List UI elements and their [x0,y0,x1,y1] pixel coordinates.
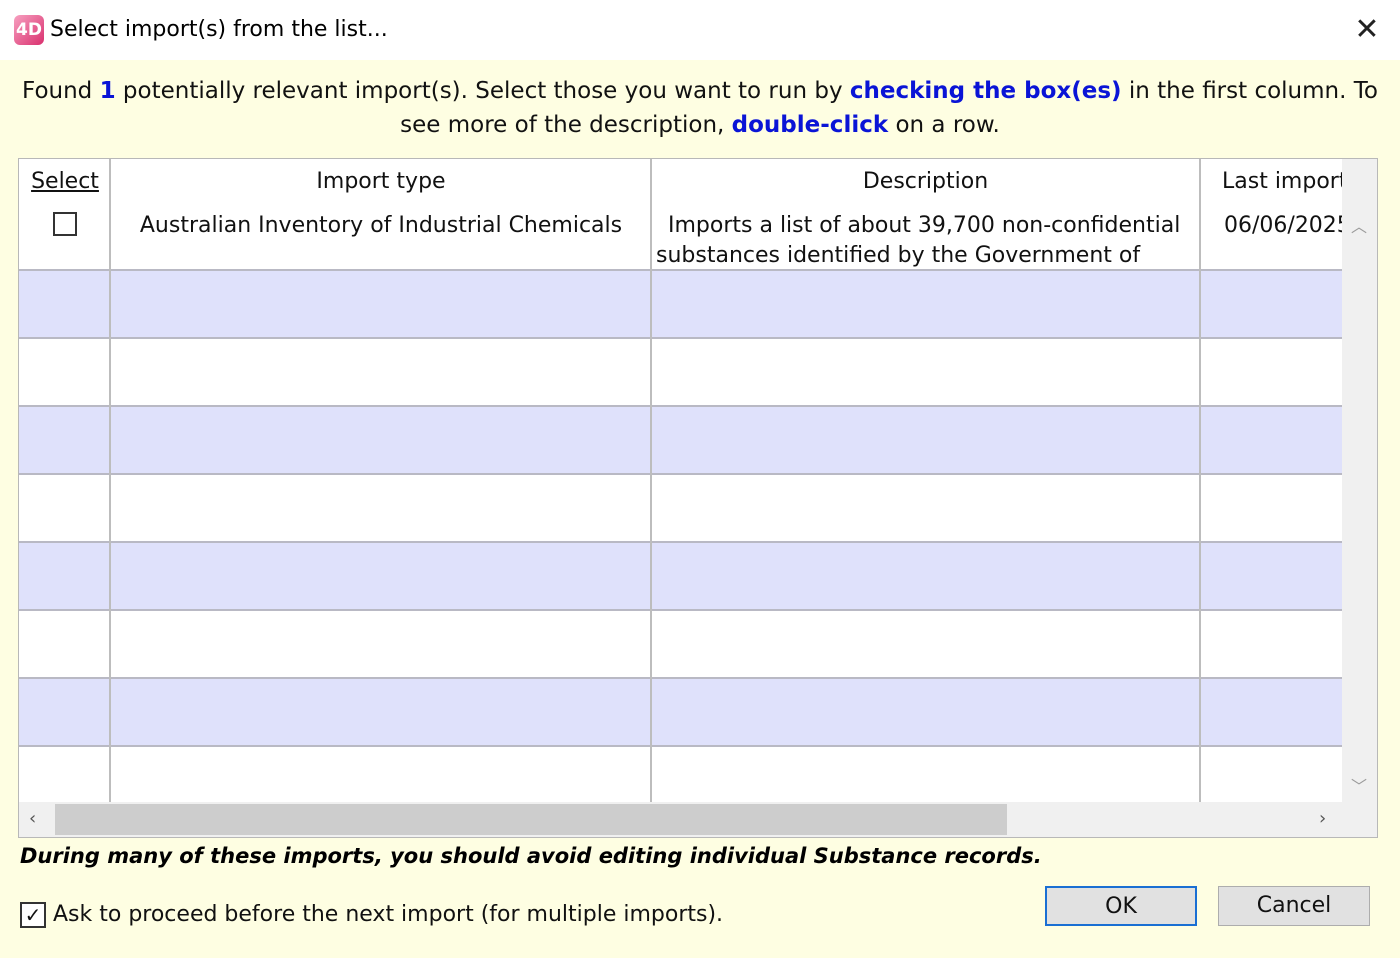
horizontal-scroll-thumb[interactable] [55,804,1007,835]
instr-part: on a row. [888,112,1000,138]
last-import-cell: 06/06/2025 [1224,213,1351,238]
close-icon[interactable]: ✕ [1346,10,1388,50]
ok-button[interactable]: OK [1045,886,1197,926]
instructions-text: Found 1 potentially relevant import(s). … [20,74,1380,142]
horizontal-scrollbar[interactable]: ‹ › [19,802,1377,837]
column-header-import-type[interactable]: Import type [112,159,650,205]
cancel-button[interactable]: Cancel [1218,886,1370,926]
instr-emphasis-doubleclick: double-click [731,112,889,138]
vertical-scrollbar[interactable]: ︿ ﹀ [1342,159,1377,802]
ask-to-proceed-checkbox[interactable]: ✓ [20,902,46,928]
table-row[interactable] [19,679,1342,747]
table-row[interactable] [19,611,1342,679]
table-row[interactable]: Australian Inventory of Industrial Chemi… [19,205,1351,271]
table-row[interactable] [19,339,1342,407]
instr-emphasis-check: checking the box(es) [849,78,1122,104]
title-bar: 4D Select import(s) from the list... ✕ [0,0,1400,60]
scroll-right-icon[interactable]: › [1319,808,1326,829]
grid-header: Select Import type Description Last impo… [19,159,1347,205]
scroll-up-icon[interactable]: ︿ [1351,213,1367,237]
instr-part: Found [22,78,100,104]
scroll-down-icon[interactable]: ﹀ [1351,773,1367,797]
import-count: 1 [99,78,116,104]
ask-to-proceed-label[interactable]: Ask to proceed before the next import (f… [53,900,723,930]
column-header-last-import[interactable]: Last import [1201,159,1361,205]
imports-grid[interactable]: Select Import type Description Last impo… [18,158,1378,838]
window-title: Select import(s) from the list... [50,17,388,42]
description-line-2: substances identified by the Government … [656,243,1141,268]
import-type-cell: Australian Inventory of Industrial Chemi… [139,213,623,238]
column-divider [109,159,111,802]
column-divider [650,159,652,802]
column-divider [1199,159,1201,802]
scroll-left-icon[interactable]: ‹ [29,808,36,829]
instr-part: potentially relevant import(s). Select t… [115,78,850,104]
table-row[interactable] [19,543,1342,611]
column-header-select[interactable]: Select [19,159,111,205]
table-row[interactable] [19,747,1342,802]
column-header-description[interactable]: Description [651,159,1200,205]
warning-text: During many of these imports, you should… [20,844,1042,868]
description-line-1: Imports a list of about 39,700 non-confi… [668,213,1181,238]
table-row[interactable] [19,407,1342,475]
table-row[interactable] [19,475,1342,543]
app-logo-icon: 4D [14,15,44,45]
table-row[interactable] [19,271,1342,339]
row-select-checkbox[interactable] [53,212,77,236]
